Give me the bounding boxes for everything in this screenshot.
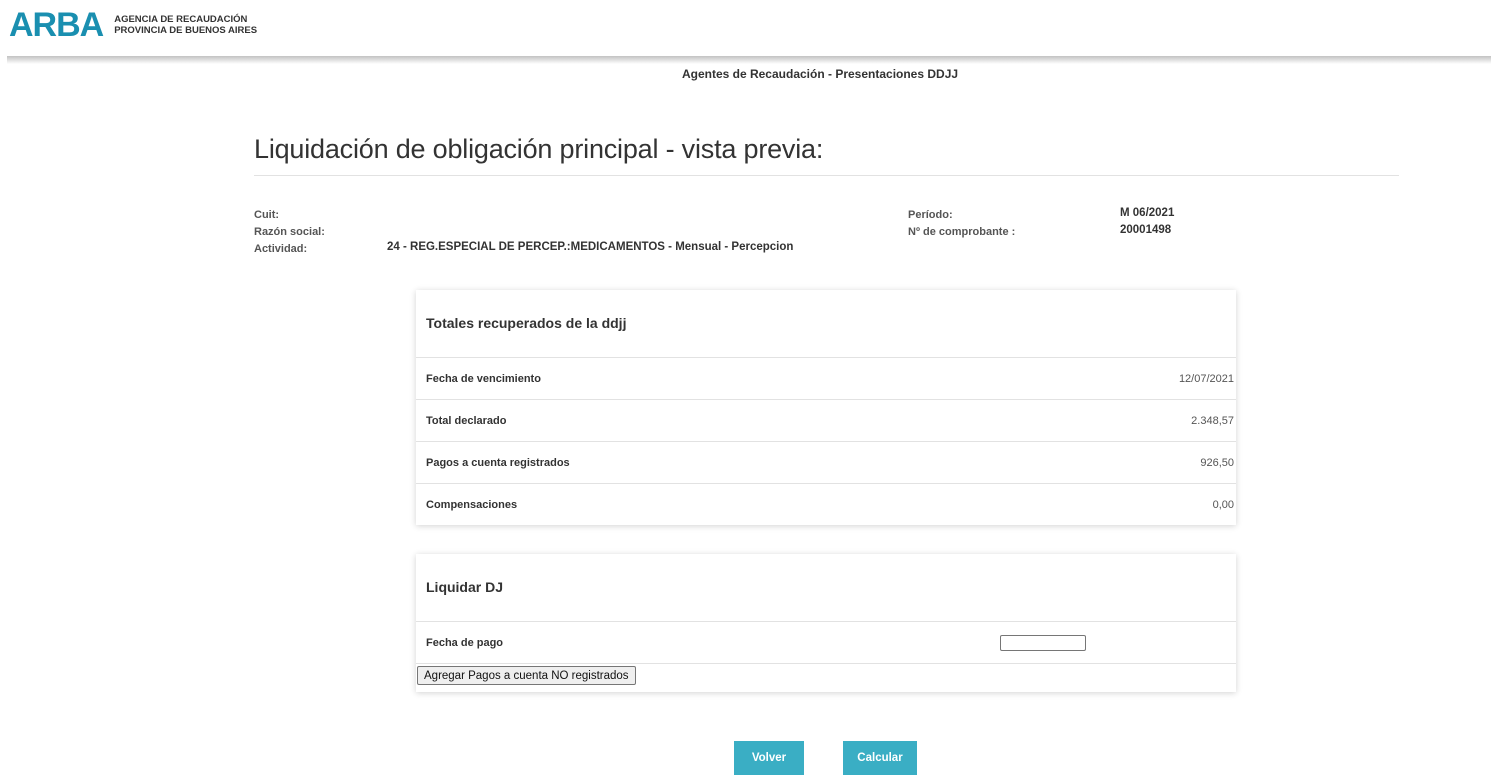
totales-title: Totales recuperados de la ddjj bbox=[416, 290, 1236, 358]
agregar-pagos-button[interactable]: Agregar Pagos a cuenta NO registrados bbox=[417, 666, 636, 685]
page-title: Liquidación de obligación principal - vi… bbox=[254, 134, 824, 164]
title-divider bbox=[254, 175, 1399, 176]
table-row: Compensaciones 0,00 bbox=[416, 484, 1236, 525]
periodo-value: M 06/2021 bbox=[1120, 207, 1175, 219]
section-title: Agentes de Recaudación - Presentaciones … bbox=[681, 67, 959, 81]
cuit-label: Cuit: bbox=[254, 209, 280, 221]
logo-subtitle: AGENCIA DE RECAUDACIÓN PROVINCIA DE BUEN… bbox=[114, 14, 257, 36]
arba-logo: ARBA AGENCIA DE RECAUDACIÓN PROVINCIA DE… bbox=[9, 8, 257, 42]
fecha-vencimiento-value: 12/07/2021 bbox=[1178, 373, 1234, 385]
fecha-pago-row: Fecha de pago bbox=[416, 622, 1236, 664]
table-row: Fecha de vencimiento 12/07/2021 bbox=[416, 358, 1236, 400]
liquidar-card: Liquidar DJ Fecha de pago Agregar Pagos … bbox=[416, 554, 1236, 692]
total-declarado-label: Total declarado bbox=[426, 415, 507, 427]
fecha-pago-input[interactable] bbox=[1000, 635, 1086, 651]
total-declarado-value: 2.348,57 bbox=[1191, 415, 1234, 427]
actividad-value: 24 - REG.ESPECIAL DE PERCEP.:MEDICAMENTO… bbox=[387, 241, 794, 253]
fecha-vencimiento-label: Fecha de vencimiento bbox=[426, 373, 541, 385]
comprobante-value: 20001498 bbox=[1120, 224, 1172, 236]
periodo-label: Período: bbox=[908, 209, 953, 221]
razon-social-label: Razón social: bbox=[254, 226, 325, 238]
calcular-button[interactable]: Calcular bbox=[843, 741, 917, 775]
header-divider bbox=[7, 56, 1491, 64]
totales-card: Totales recuperados de la ddjj Fecha de … bbox=[416, 290, 1236, 525]
logo-text: ARBA bbox=[9, 6, 104, 44]
table-row: Total declarado 2.348,57 bbox=[416, 400, 1236, 442]
table-row: Pagos a cuenta registrados 926,50 bbox=[416, 442, 1236, 484]
compensaciones-label: Compensaciones bbox=[426, 499, 518, 511]
agregar-row: Agregar Pagos a cuenta NO registrados bbox=[416, 664, 1236, 692]
comprobante-label: Nº de comprobante : bbox=[908, 226, 1016, 238]
compensaciones-value: 0,00 bbox=[1212, 499, 1234, 511]
volver-button[interactable]: Volver bbox=[734, 741, 804, 775]
fecha-pago-label: Fecha de pago bbox=[426, 637, 504, 649]
actividad-label: Actividad: bbox=[254, 243, 308, 255]
liquidar-title: Liquidar DJ bbox=[416, 554, 1236, 622]
pagos-registrados-value: 926,50 bbox=[1200, 457, 1234, 469]
logo-subtitle-line1: AGENCIA DE RECAUDACIÓN bbox=[114, 14, 248, 25]
pagos-registrados-label: Pagos a cuenta registrados bbox=[426, 457, 570, 469]
logo-subtitle-line2: PROVINCIA DE BUENOS AIRES bbox=[114, 25, 258, 36]
